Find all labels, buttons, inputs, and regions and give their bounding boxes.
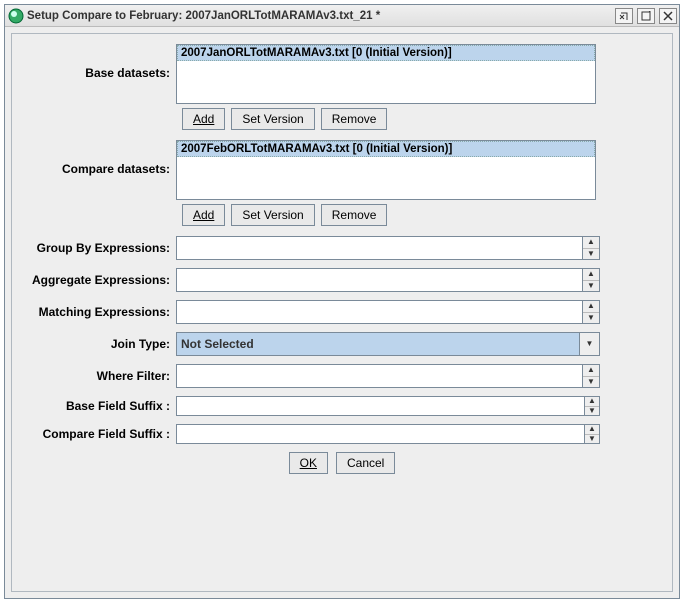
spin-down-icon[interactable]: ▼ bbox=[583, 281, 599, 292]
spin-down-icon[interactable]: ▼ bbox=[585, 435, 599, 444]
base-suffix-input[interactable] bbox=[176, 396, 585, 416]
where-input[interactable] bbox=[176, 364, 583, 388]
spin-up-icon[interactable]: ▲ bbox=[583, 365, 599, 377]
groupby-label: Group By Expressions: bbox=[26, 241, 176, 255]
minimize-icon[interactable] bbox=[615, 8, 633, 24]
aggregate-input[interactable] bbox=[176, 268, 583, 292]
list-item[interactable]: 2007FebORLTotMARAMAv3.txt [0 (Initial Ve… bbox=[177, 141, 595, 157]
chevron-down-icon[interactable]: ▼ bbox=[580, 332, 600, 356]
form-panel: Base datasets: 2007JanORLTotMARAMAv3.txt… bbox=[11, 33, 673, 592]
base-datasets-label: Base datasets: bbox=[26, 44, 176, 80]
groupby-input[interactable] bbox=[176, 236, 583, 260]
spin-down-icon[interactable]: ▼ bbox=[583, 313, 599, 324]
spin-up-icon[interactable]: ▲ bbox=[583, 301, 599, 313]
spin-up-icon[interactable]: ▲ bbox=[583, 237, 599, 249]
window-controls bbox=[615, 8, 677, 24]
cancel-button[interactable]: Cancel bbox=[336, 452, 395, 474]
jointype-label: Join Type: bbox=[26, 337, 176, 351]
spin-down-icon[interactable]: ▼ bbox=[583, 377, 599, 388]
spin-down-icon[interactable]: ▼ bbox=[585, 407, 599, 416]
dialog-window: Setup Compare to February: 2007JanORLTot… bbox=[4, 4, 680, 599]
where-label: Where Filter: bbox=[26, 369, 176, 383]
compare-set-version-button[interactable]: Set Version bbox=[231, 204, 314, 226]
compare-suffix-label: Compare Field Suffix : bbox=[26, 427, 176, 441]
compare-remove-button[interactable]: Remove bbox=[321, 204, 388, 226]
compare-suffix-input[interactable] bbox=[176, 424, 585, 444]
jointype-value: Not Selected bbox=[176, 332, 580, 356]
base-suffix-label: Base Field Suffix : bbox=[26, 399, 176, 413]
aggregate-label: Aggregate Expressions: bbox=[26, 273, 176, 287]
base-set-version-button[interactable]: Set Version bbox=[231, 108, 314, 130]
base-add-button[interactable]: Add bbox=[182, 108, 225, 130]
titlebar: Setup Compare to February: 2007JanORLTot… bbox=[5, 5, 679, 27]
app-icon bbox=[7, 7, 25, 25]
window-content: Base datasets: 2007JanORLTotMARAMAv3.txt… bbox=[5, 27, 679, 598]
compare-datasets-label: Compare datasets: bbox=[26, 140, 176, 176]
maximize-icon[interactable] bbox=[637, 8, 655, 24]
list-item[interactable]: 2007JanORLTotMARAMAv3.txt [0 (Initial Ve… bbox=[177, 45, 595, 61]
ok-button[interactable]: OK bbox=[289, 452, 328, 474]
compare-datasets-list[interactable]: 2007FebORLTotMARAMAv3.txt [0 (Initial Ve… bbox=[176, 140, 596, 200]
base-datasets-list[interactable]: 2007JanORLTotMARAMAv3.txt [0 (Initial Ve… bbox=[176, 44, 596, 104]
spin-down-icon[interactable]: ▼ bbox=[583, 249, 599, 260]
jointype-combobox[interactable]: Not Selected ▼ bbox=[176, 332, 600, 356]
spin-up-icon[interactable]: ▲ bbox=[583, 269, 599, 281]
window-title: Setup Compare to February: 2007JanORLTot… bbox=[27, 10, 615, 22]
matching-input[interactable] bbox=[176, 300, 583, 324]
close-icon[interactable] bbox=[659, 8, 677, 24]
matching-label: Matching Expressions: bbox=[26, 305, 176, 319]
base-remove-button[interactable]: Remove bbox=[321, 108, 388, 130]
compare-add-button[interactable]: Add bbox=[182, 204, 225, 226]
